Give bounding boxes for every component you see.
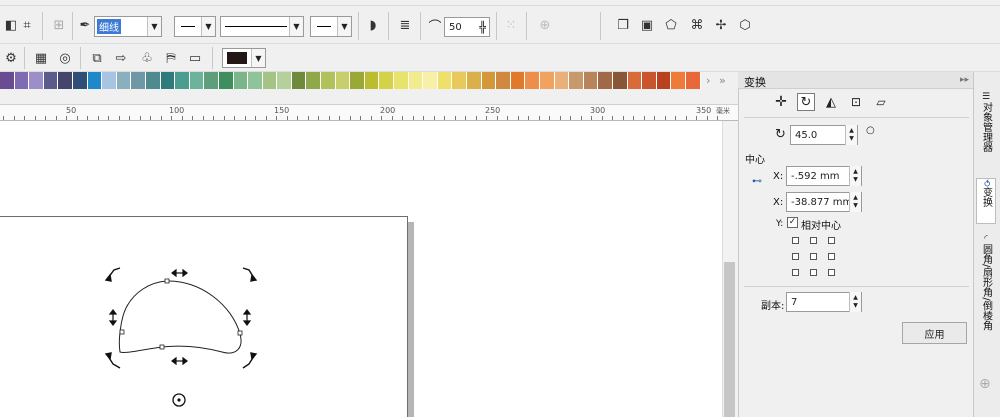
rotation-angle-input[interactable]: 45.0 ▲ ▼ xyxy=(790,125,858,145)
node-handle[interactable] xyxy=(119,329,125,335)
anchor-center[interactable] xyxy=(810,253,817,260)
curve-shape[interactable] xyxy=(118,280,242,354)
center-link-icon[interactable]: ⊷ xyxy=(752,176,762,187)
anchor-middle-right[interactable] xyxy=(828,253,835,260)
rotation-angle-value: 45.0 xyxy=(795,129,818,141)
copies-value: 7 xyxy=(791,296,798,308)
anchor-top-center[interactable] xyxy=(810,237,817,244)
transform-icon: ⟲ xyxy=(981,179,991,187)
center-x-input[interactable]: -.592 mm ▲ ▼ xyxy=(786,166,862,186)
app-window: ◧ ⌗ ⊞ ✒ 细线 ▼ ▼ ▼ ▼ ◗ ≣ ⌒ 50 ╬ ⁙ ⊕ ❐ ▣ ⬠ … xyxy=(0,0,1000,417)
anchor-top-right[interactable] xyxy=(828,237,835,244)
copies-label: 副本: xyxy=(761,301,785,312)
spinner-icon[interactable]: ▲ ▼ xyxy=(849,292,861,312)
divider xyxy=(744,286,969,287)
anchor-bottom-right[interactable] xyxy=(828,269,835,276)
rotate-icon[interactable]: ↻ xyxy=(797,93,815,111)
rotation-center-marker[interactable] xyxy=(172,393,186,407)
rotate-handle-bottom-right[interactable] xyxy=(242,352,258,369)
skew-handle-bottom[interactable] xyxy=(171,356,188,366)
anchor-middle-left[interactable] xyxy=(792,253,799,260)
tab-fillet-scallop-chamfer[interactable]: ◜ 圆角/扇形角/倒棱角 xyxy=(976,234,996,344)
node-handle[interactable] xyxy=(164,278,170,284)
object-manager-icon: ☰ xyxy=(981,92,991,102)
y-axis-marker: Y: xyxy=(776,219,784,229)
scrollbar-thumb[interactable] xyxy=(724,262,735,417)
selection-overlay xyxy=(104,267,258,407)
position-icon[interactable]: ✛ xyxy=(772,93,790,111)
degree-icon: ○ xyxy=(866,125,875,136)
anchor-bottom-center[interactable] xyxy=(810,269,817,276)
apply-button[interactable]: 应用 xyxy=(902,322,967,344)
spinner-icon[interactable]: ▲ ▼ xyxy=(849,166,861,186)
skew-handle-right[interactable] xyxy=(242,309,252,326)
node-handle[interactable] xyxy=(237,330,243,336)
skew-handle-top[interactable] xyxy=(171,268,188,278)
collapse-icon[interactable]: ▸▸ xyxy=(960,75,969,85)
boundary-icon[interactable]: ⬡ xyxy=(736,16,754,34)
scale-mirror-icon[interactable]: ◭ xyxy=(822,93,840,111)
transform-mode-tabs: ✛ ↻ ◭ ⊡ ▱ xyxy=(772,93,890,111)
tab-transform[interactable]: ⟲ 变换 xyxy=(976,178,996,224)
tab-label: 对象管理器 xyxy=(980,102,992,152)
relative-center-label: 相对中心 xyxy=(801,221,841,232)
rotate-handle-bottom-left[interactable] xyxy=(104,352,121,369)
docker-title: 变换 xyxy=(744,76,766,89)
rotation-angle-icon: ↻ xyxy=(775,127,786,142)
transform-docker xyxy=(738,72,973,417)
center-y-input[interactable]: -38.877 mm ▲ ▼ xyxy=(786,192,862,212)
spinner-icon[interactable]: ▲ ▼ xyxy=(845,125,857,145)
divider xyxy=(744,117,969,118)
skew-handle-left[interactable] xyxy=(108,309,118,326)
center-x-value: -.592 mm xyxy=(791,170,840,182)
anchor-bottom-left[interactable] xyxy=(792,269,799,276)
tab-object-manager[interactable]: ☰ 对象管理器 xyxy=(976,92,996,168)
tab-label: 变换 xyxy=(980,186,992,207)
relative-center-checkbox[interactable]: ✓ xyxy=(787,217,798,228)
add-docker-icon[interactable]: ⊕ xyxy=(979,376,991,392)
tab-label: 圆角/扇形角/倒棱角 xyxy=(980,244,992,331)
fillet-icon: ◜ xyxy=(981,234,991,244)
y-label: X: xyxy=(773,197,784,208)
node-handle[interactable] xyxy=(159,344,165,350)
docker-header xyxy=(738,72,973,89)
rotate-handle-top-left[interactable] xyxy=(104,267,121,282)
copies-input[interactable]: 7 ▲ ▼ xyxy=(786,292,862,312)
size-icon[interactable]: ⊡ xyxy=(847,93,865,111)
center-heading: 中心 xyxy=(745,155,765,166)
skew-icon[interactable]: ▱ xyxy=(872,93,890,111)
center-y-value: -38.877 mm xyxy=(791,196,853,208)
anchor-top-left[interactable] xyxy=(792,237,799,244)
spinner-icon[interactable]: ▲ ▼ xyxy=(849,192,861,212)
rotate-handle-top-right[interactable] xyxy=(242,267,258,282)
x-label: X: xyxy=(773,171,784,182)
